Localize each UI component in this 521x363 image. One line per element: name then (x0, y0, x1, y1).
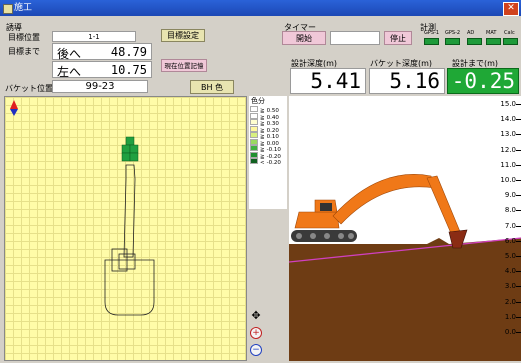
ruler-tick-label: 8.0 (504, 206, 516, 215)
ruler-tick-label: 0.0 (504, 328, 516, 336)
north-arrow-icon (10, 100, 18, 116)
timer-stop-button[interactable]: 停止 (384, 31, 412, 45)
zoom-out-icon[interactable]: − (250, 344, 262, 356)
ruler-tick-label: 6.0 (504, 236, 516, 245)
meter-gps1-indicator (424, 38, 439, 45)
meter-mat-label: MAT (486, 30, 497, 36)
ruler-tick (516, 271, 521, 273)
ruler-tick-label: 5.0 (504, 252, 516, 260)
legend-swatch (250, 132, 258, 138)
ruler-tick (516, 301, 521, 303)
excavator-side-icon (291, 174, 468, 249)
ruler-tick-label: 3.0 (504, 282, 516, 291)
direction2-value: 10.75 (110, 63, 147, 77)
meter-ad-label: AD (467, 30, 475, 36)
target-position-field[interactable]: 1-1 (52, 31, 136, 42)
meter-gps2-label: GPS-2 (445, 30, 461, 36)
meter-ad-indicator (467, 38, 482, 45)
direction1-field: 後へ 48.79 (52, 43, 152, 61)
ruler-tick-label: 9.0 (504, 191, 516, 200)
meter-strip: GPS-1 GPS-2 AD MAT Calc (424, 30, 519, 50)
direction1-value: 48.79 (110, 45, 147, 59)
legend-value: -0.20 (266, 160, 281, 166)
ground-profile (289, 238, 521, 361)
ruler-tick (516, 225, 521, 227)
title-bar: 施工 ✕ (0, 0, 521, 16)
remaining-depth-value: -0.25 (447, 68, 519, 94)
plan-view-drawing (10, 100, 155, 316)
ruler-tick-label: 2.0 (504, 297, 516, 306)
ruler-tick (516, 195, 521, 197)
ruler-tick-label: 4.0 (504, 267, 516, 276)
ruler-tick-label: 11.0 (500, 160, 516, 169)
legend-swatch (250, 119, 258, 125)
ruler-tick (516, 286, 521, 288)
direction1-label: 後へ (57, 47, 82, 61)
ruler-tick-label: 10.0 (500, 176, 516, 184)
target-distance-label: 目標まで (8, 47, 40, 56)
pan-icon[interactable]: ✥ (250, 310, 262, 322)
color-legend-label: 色分 (251, 97, 265, 105)
ruler-tick (516, 134, 521, 136)
bucket-depth-value: 5.16 (369, 68, 445, 94)
bh-color-button[interactable]: BH 色 (190, 80, 234, 94)
ruler-tick-label: 1.0 (504, 312, 516, 321)
ruler-tick (516, 149, 521, 151)
legend-symbol: < (260, 160, 265, 166)
bucket-marker (121, 136, 139, 162)
design-depth-value: 5.41 (290, 68, 366, 94)
legend-swatch (250, 158, 258, 164)
section-view-drawing (289, 174, 521, 361)
legend-swatch (250, 151, 258, 158)
plan-view-grid[interactable]: ✥ + − (4, 96, 262, 361)
meter-calc-label: Calc (504, 30, 515, 36)
excavator-outline (104, 164, 155, 316)
bucket-position-label: バケット位置 (5, 84, 53, 93)
ruler-tick (516, 332, 521, 333)
close-button[interactable]: ✕ (503, 2, 519, 16)
ruler-tick (516, 119, 521, 121)
app-icon (3, 4, 13, 14)
legend-swatch (250, 125, 258, 132)
direction2-field: 左へ 10.75 (52, 61, 152, 79)
ruler-tick-label: 15.0 (500, 100, 516, 108)
ruler-tick (516, 104, 521, 105)
section-view[interactable]: 15.0 14.0 13.0 12.0 11.0 10.0 9.0 8.0 7.0 6.0 5.0 4… (289, 96, 521, 361)
ruler-tick-label: 14.0 (500, 115, 516, 124)
target-position-label: 目標位置 (8, 33, 40, 42)
timer-start-button[interactable]: 開始 (282, 31, 326, 45)
target-set-button[interactable]: 目標設定 (161, 29, 205, 42)
ruler-tick (516, 180, 521, 181)
ruler-tick-label: 7.0 (504, 221, 516, 230)
meter-calc-indicator (503, 38, 518, 45)
ruler-tick-label: 12.0 (500, 145, 516, 154)
ruler-tick (516, 256, 521, 257)
depth-ruler: 15.0 14.0 13.0 12.0 11.0 10.0 9.0 8.0 7.0 6.0 5.0 4… (491, 96, 521, 361)
legend-row: < -0.20 (250, 158, 281, 167)
legend-swatch (250, 145, 258, 151)
zoom-in-icon[interactable]: + (250, 327, 262, 339)
color-legend: 色分 ≧ 0.50 ≧ 0.40 ≧ 0.30 ≧ 0.20 ≧ 0.10 ≧ 0.00 ≧ -0.10 ≧… (249, 96, 287, 209)
ruler-tick (516, 240, 521, 242)
legend-swatch (250, 138, 258, 145)
window-title: 施工 (14, 3, 33, 13)
meter-mat-indicator (486, 38, 501, 45)
timer-display (330, 31, 380, 45)
ruler-tick (516, 164, 521, 166)
meter-gps2-indicator (445, 38, 460, 45)
direction2-label: 左へ (57, 65, 82, 79)
ruler-tick (516, 210, 521, 212)
ruler-tick (516, 316, 521, 318)
save-current-position-button[interactable]: 現在位置記憶 (161, 59, 207, 72)
legend-swatch (250, 112, 258, 119)
legend-swatch (250, 106, 258, 112)
meter-gps1-label: GPS-1 (424, 30, 440, 36)
ruler-tick-label: 13.0 (500, 130, 516, 139)
bucket-position-field: 99-23 (52, 80, 148, 93)
